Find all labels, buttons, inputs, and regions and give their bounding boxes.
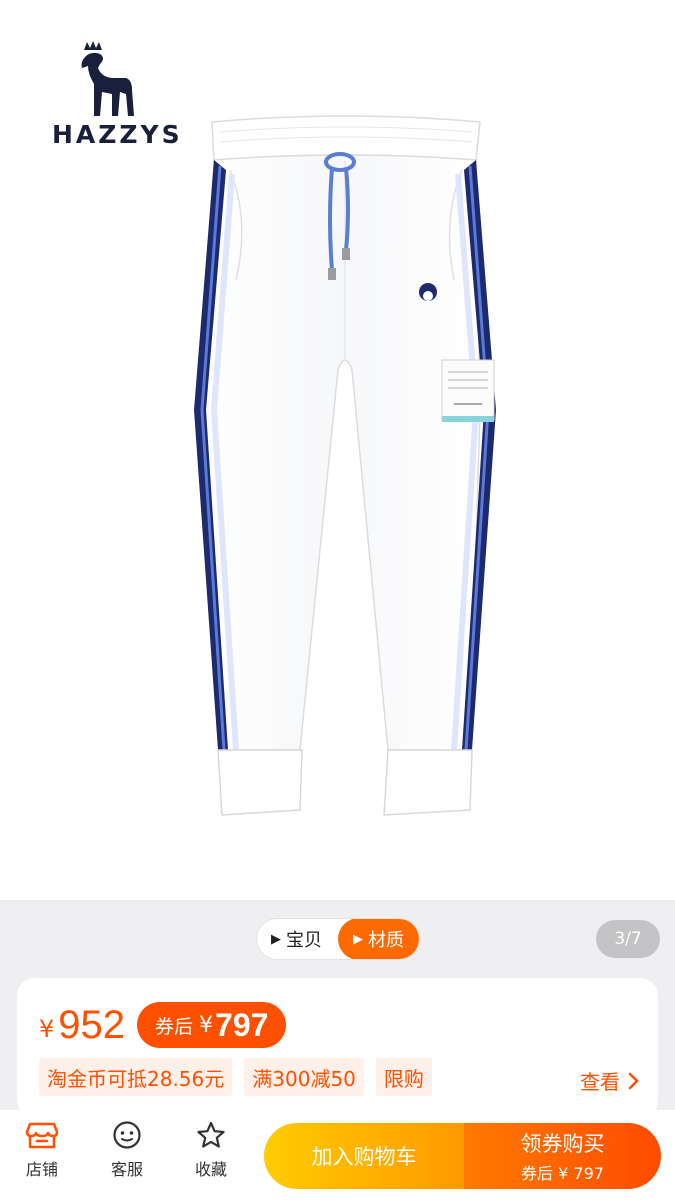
play-icon: ▶: [271, 931, 281, 947]
coupon-currency: ¥: [199, 1012, 214, 1038]
promo-tag-taojinbi[interactable]: 淘金币可抵28.56元: [39, 1058, 233, 1096]
brand-name: HAZZYS: [52, 120, 183, 149]
tab-caizhi-label: 材质: [368, 930, 404, 951]
add-to-cart-label: 加入购物车: [311, 1145, 417, 1169]
currency-symbol: ¥: [39, 1015, 55, 1043]
tab-baobei[interactable]: ▶ 宝贝: [257, 919, 336, 959]
original-price: 952: [58, 1002, 126, 1047]
star-icon: [197, 1121, 225, 1148]
coupon-buy-label: 领券购买: [520, 1132, 605, 1156]
coupon-buy-sublabel: 券后 ¥ 797: [521, 1164, 604, 1183]
tab-caizhi[interactable]: ▶ 材质: [338, 919, 419, 959]
favorite-button[interactable]: 收藏: [181, 1120, 241, 1180]
coupon-price-value: 797: [215, 1006, 269, 1043]
coupon-price-badge: 券后 ¥ 797: [137, 1002, 287, 1048]
tab-baobei-label: 宝贝: [286, 930, 322, 951]
play-icon: ▶: [353, 931, 363, 947]
promo-tag-limit[interactable]: 限购: [375, 1058, 432, 1096]
store-icon: [25, 1122, 59, 1149]
store-button[interactable]: 店铺: [12, 1120, 72, 1180]
product-detail-screen: HAZZYS ▶ 宝贝 ▶ 材质 3/7 ¥ 952 券后 ¥ 797 淘金币可…: [0, 0, 675, 1200]
gallery-tabs: ▶ 宝贝 ▶ 材质: [256, 918, 420, 960]
coupon-buy-button[interactable]: 领券购买 券后 ¥ 797: [464, 1123, 661, 1189]
customer-service-button[interactable]: 客服: [97, 1120, 157, 1180]
pants-illustration: [194, 115, 496, 816]
product-image[interactable]: HAZZYS: [0, 0, 675, 900]
image-counter: 3/7: [596, 920, 660, 958]
add-to-cart-button[interactable]: 加入购物车: [264, 1123, 464, 1189]
brand-logo: HAZZYS: [40, 38, 190, 158]
coupon-label: 券后: [155, 1015, 194, 1038]
favorite-label: 收藏: [194, 1160, 227, 1179]
chat-face-icon: [113, 1121, 141, 1149]
service-label: 客服: [110, 1160, 143, 1179]
promo-tag-discount[interactable]: 满300减50: [244, 1058, 364, 1096]
price-card: ¥ 952 券后 ¥ 797 淘金币可抵28.56元 满300减50 限购 查看: [17, 978, 658, 1118]
hound-logo-icon: [81, 41, 134, 116]
price-row: ¥ 952 券后 ¥ 797: [39, 1000, 287, 1050]
view-promos-link[interactable]: 查看: [580, 1066, 640, 1095]
store-label: 店铺: [25, 1160, 58, 1179]
promo-tags: 淘金币可抵28.56元 满300减50 限购: [39, 1058, 444, 1096]
chevron-right-icon: [628, 1072, 639, 1089]
view-promos-label: 查看: [580, 1070, 620, 1094]
